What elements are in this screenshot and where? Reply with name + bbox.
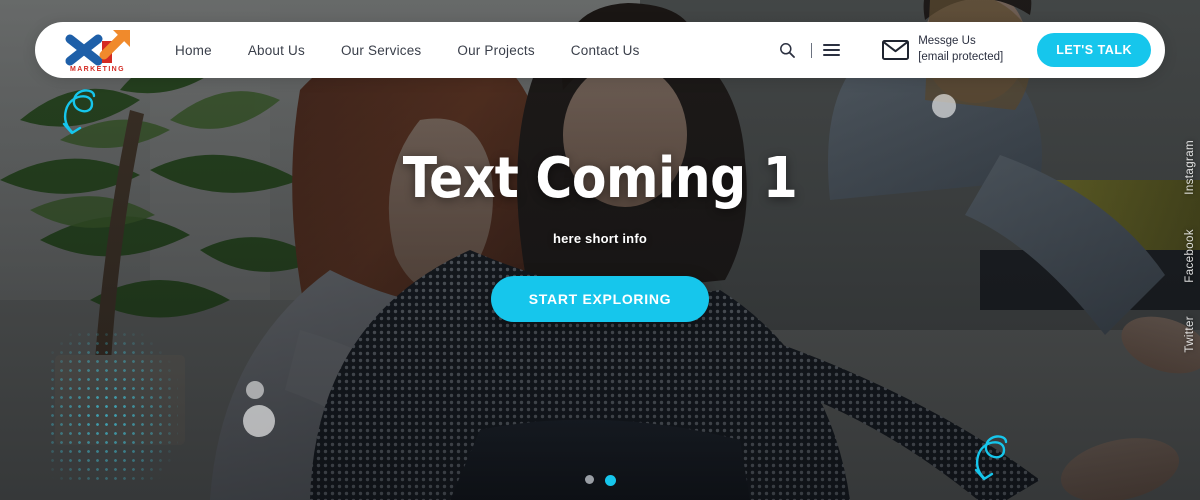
contact-block[interactable]: Messge Us [email protected] [882,34,1003,65]
decorative-circle-large [243,405,275,437]
decorative-circle-top-right [932,94,956,118]
nav-item-home[interactable]: Home [175,43,212,58]
halftone-dot-decoration [48,330,178,480]
header-actions: Messge Us [email protected] LET'S TALK [774,33,1165,67]
envelope-icon [882,40,910,60]
social-link-twitter[interactable]: Twitter [1184,316,1196,353]
nav-item-about-us[interactable]: About Us [248,43,305,58]
hero-subtitle: here short info [552,230,647,246]
start-exploring-button[interactable]: START EXPLORING [490,275,710,322]
main-navigation: Home About Us Our Services Our Projects … [175,43,640,58]
hero-section: Text Coming 1 here short info START EXPL… [0,146,1200,322]
hero-title: Text Coming 1 [402,146,798,211]
carousel-dot-2[interactable] [604,475,616,486]
carousel-dot-1[interactable] [584,475,594,484]
search-icon[interactable] [774,37,800,63]
site-header: MARKETING Home About Us Our Services Our… [35,22,1165,78]
nav-item-our-projects[interactable]: Our Projects [457,43,534,58]
social-links-rail: Instagram Facebook Twitter [1184,140,1196,353]
curly-arrow-icon [54,86,108,145]
svg-text:MARKETING: MARKETING [70,66,125,73]
page-root: MARKETING Home About Us Our Services Our… [0,0,1200,500]
lets-talk-button[interactable]: LET'S TALK [1037,33,1151,67]
nav-item-our-services[interactable]: Our Services [341,43,421,58]
contact-email[interactable]: [email protected] [918,50,1003,66]
nav-item-contact-us[interactable]: Contact Us [571,43,640,58]
header-divider [811,42,813,58]
decorative-circle-small [246,381,264,399]
hamburger-menu-icon[interactable] [823,44,841,56]
brand-logo[interactable]: MARKETING [35,22,145,78]
social-link-instagram[interactable]: Instagram [1184,140,1196,195]
carousel-pagination [0,475,1200,486]
social-link-facebook[interactable]: Facebook [1184,229,1196,283]
contact-title: Messge Us [918,35,976,48]
